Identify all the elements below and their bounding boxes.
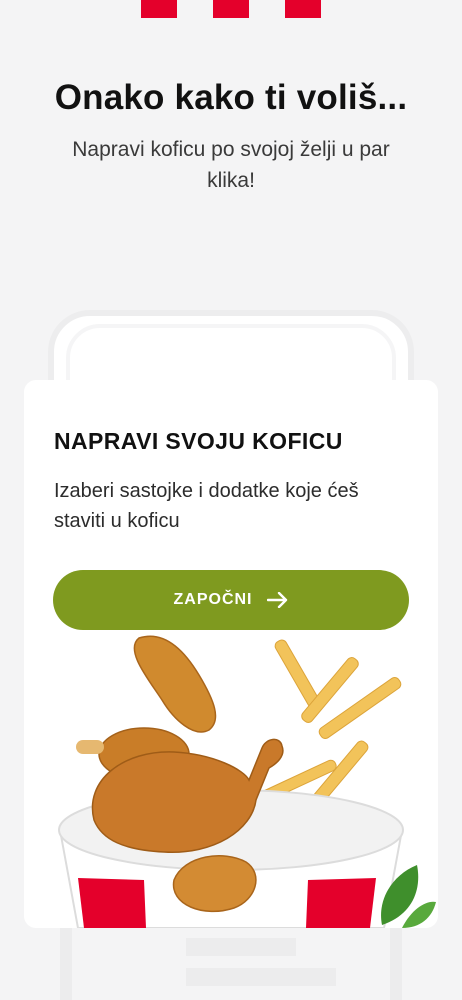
start-button[interactable]: ZAPOČNI — [53, 570, 409, 630]
bucket-builder-card: NAPRAVI SVOJU KOFICU Izaberi sastojke i … — [24, 380, 438, 928]
basil-leaf-icon — [381, 865, 436, 928]
logo-stripe — [285, 0, 321, 18]
logo-stripe — [213, 0, 249, 18]
page-subtitle: Napravi koficu po svojoj želji u par kli… — [72, 138, 390, 192]
arrow-right-icon — [266, 592, 287, 608]
card-description: Izaberi sastojke i dodatke koje ćeš stav… — [54, 480, 359, 532]
background-card-footer — [60, 928, 402, 1000]
start-button-label: ZAPOČNI — [173, 591, 253, 608]
logo-stripe — [141, 0, 177, 18]
card-title: NAPRAVI SVOJU KOFICU — [54, 428, 343, 454]
kfc-stripes-logo — [0, 0, 462, 20]
page-title: Onako kako ti voliš... — [54, 78, 408, 117]
